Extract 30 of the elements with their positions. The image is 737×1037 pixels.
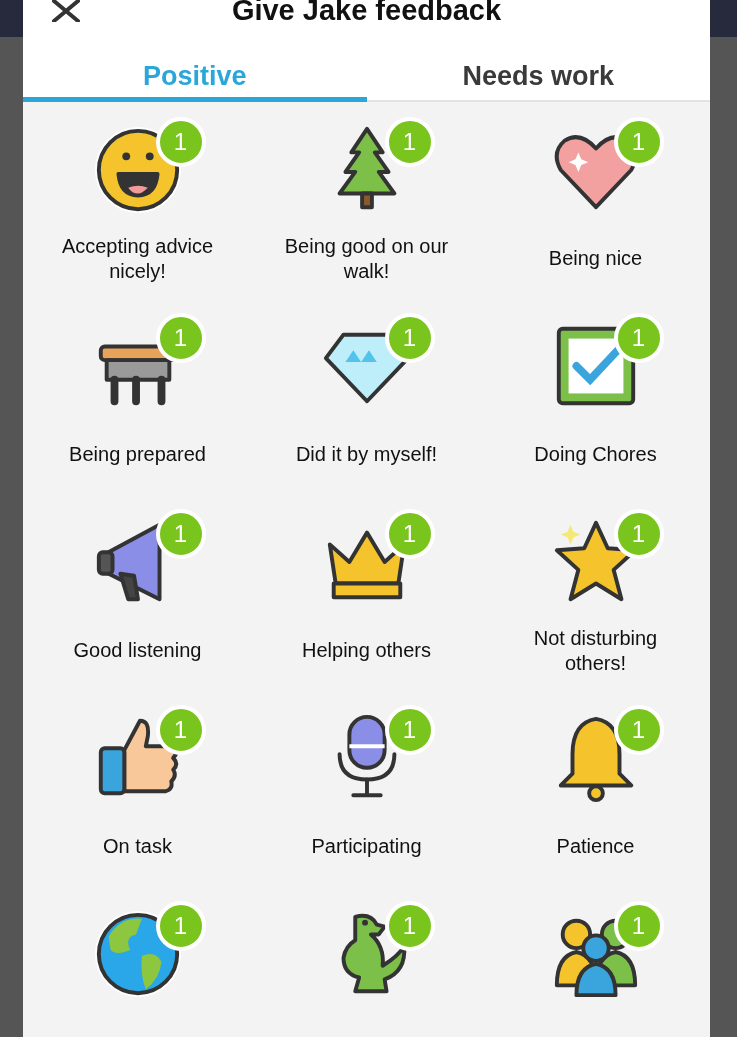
behavior-label: Did it by myself! (295, 442, 438, 467)
count-badge: 1 (155, 704, 206, 755)
count-badge: 1 (613, 900, 664, 951)
behavior-label: On task (103, 834, 172, 859)
close-button[interactable] (51, 0, 81, 24)
count-badge: 1 (155, 900, 206, 951)
count-badge: 1 (155, 312, 206, 363)
behavior-label: Being good on our walk! (283, 233, 450, 284)
count-badge: 1 (384, 116, 435, 167)
behavior-label: Helping others (302, 638, 431, 663)
behavior-label: Doing Chores (534, 442, 657, 467)
behavior-label: Patience (556, 834, 635, 859)
close-icon (52, 0, 80, 22)
count-badge: 1 (613, 116, 664, 167)
count-badge: 1 (155, 508, 206, 559)
count-badge: 1 (613, 704, 664, 755)
count-badge: 1 (384, 704, 435, 755)
count-badge: 1 (613, 508, 664, 559)
count-badge: 1 (384, 312, 435, 363)
behavior-label: Being nice (548, 246, 643, 271)
count-badge: 1 (155, 116, 206, 167)
count-badge: 1 (384, 900, 435, 951)
count-badge: 1 (613, 312, 664, 363)
behavior-label: Accepting advice nicely! (60, 233, 215, 284)
tab[interactable]: Needs work (366, 52, 710, 102)
behavior-label: Participating (311, 834, 422, 859)
behavior-label: Not disturbing others! (532, 625, 659, 676)
behavior-label: Good listening (73, 638, 202, 663)
count-badge: 1 (384, 508, 435, 559)
behavior-label: Being prepared (69, 442, 206, 467)
